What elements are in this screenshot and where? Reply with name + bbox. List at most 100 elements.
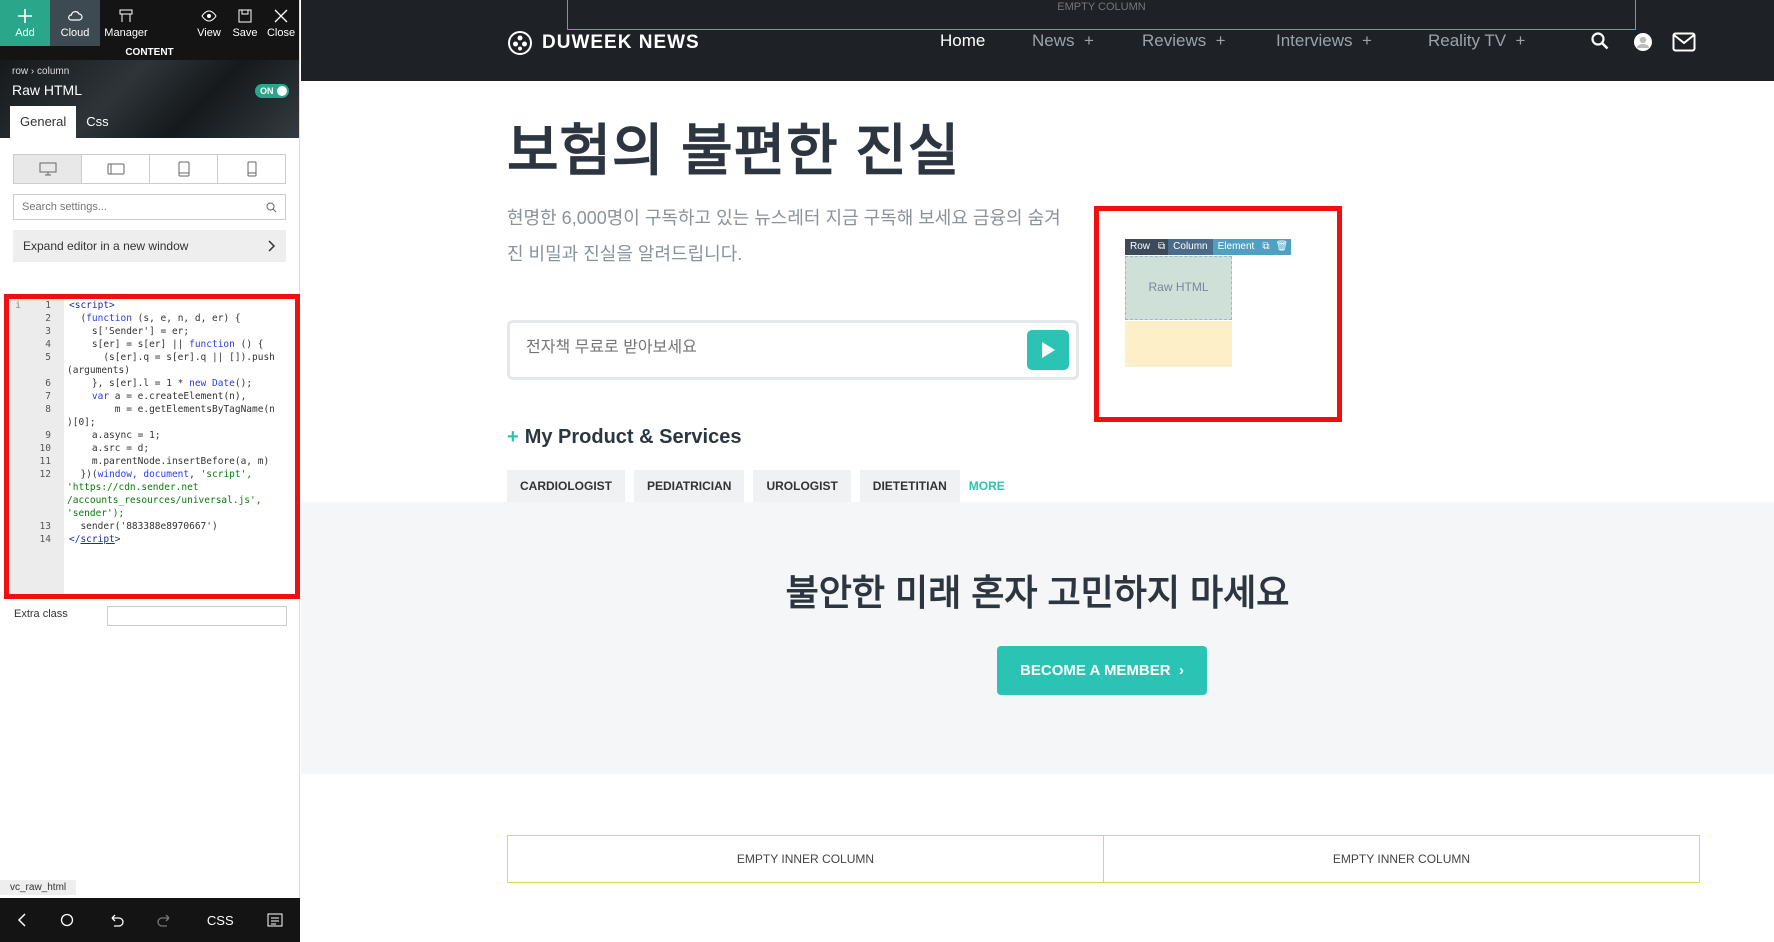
- line-number: 9: [45, 430, 51, 441]
- code-token: () {: [234, 339, 264, 350]
- cloud-button[interactable]: Cloud: [50, 0, 100, 46]
- more-link[interactable]: MORE: [969, 479, 1005, 493]
- code-line: })(window, document, 'script',: [69, 468, 252, 481]
- breadcrumb-separator: ›: [30, 66, 35, 77]
- desktop-device-button[interactable]: [14, 155, 82, 183]
- line-number: 4: [45, 339, 51, 350]
- settings-search: [13, 194, 286, 220]
- element-tag: vc_raw_html: [0, 880, 77, 895]
- line-number: 10: [39, 443, 51, 454]
- settings-list-icon[interactable]: [267, 913, 283, 927]
- view-label: View: [197, 26, 221, 39]
- pill-cardiologist[interactable]: CARDIOLOGIST: [507, 470, 625, 502]
- code-token: ,: [189, 469, 201, 480]
- line-number: 14: [39, 534, 51, 545]
- row-control[interactable]: Row: [1125, 239, 1156, 255]
- code-line-wrap: (arguments): [67, 365, 130, 376]
- ebook-input[interactable]: [526, 339, 986, 357]
- code-token: </: [69, 534, 81, 545]
- save-button[interactable]: Save: [227, 0, 263, 46]
- screen: Add Cloud Manager View Save Close CONTEN…: [0, 0, 1774, 942]
- view-button[interactable]: View: [191, 0, 227, 46]
- raw-html-element[interactable]: Raw HTML: [1125, 256, 1232, 320]
- play-icon: [1042, 342, 1055, 358]
- eye-icon: [201, 9, 217, 22]
- code-token: >: [114, 534, 121, 545]
- tablet-landscape-device-button[interactable]: [82, 155, 150, 183]
- ebook-submit-button[interactable]: [1027, 330, 1069, 370]
- code-token: script: [80, 534, 115, 545]
- search-icon[interactable]: [1591, 32, 1609, 50]
- code-line: sender('883388e8970667'): [69, 521, 218, 532]
- expand-editor-button[interactable]: Expand editor in a new window: [13, 230, 286, 262]
- line-number: 11: [39, 456, 51, 467]
- become-member-button[interactable]: BECOME A MEMBER ›: [997, 646, 1207, 695]
- breadcrumb-row[interactable]: row: [12, 66, 28, 77]
- code-line-wrap: /accounts_resources/universal.js',: [67, 495, 262, 506]
- hero-title: 보험의 불편한 진실: [507, 119, 961, 182]
- tab-css[interactable]: Css: [76, 106, 118, 138]
- code-string: 'script',: [200, 469, 253, 480]
- site-logo-text: DUWEEK NEWS: [542, 32, 700, 53]
- column-control[interactable]: Column: [1168, 239, 1213, 255]
- code-line: }, s[er].l = 1 * new Date();: [69, 377, 252, 390]
- copy-icon[interactable]: ⧉: [1259, 239, 1273, 255]
- pill-urologist[interactable]: UROLOGIST: [753, 470, 851, 502]
- member-heading: 불안한 미래 혼자 고민하지 마세요: [785, 572, 1290, 613]
- code-token: (s, e, n, d, er) {: [131, 313, 241, 324]
- empty-inner-column-right[interactable]: EMPTY INNER COLUMN: [1103, 835, 1700, 883]
- code-token: (: [69, 313, 87, 324]
- chevron-right-icon: [268, 240, 276, 252]
- back-icon[interactable]: [17, 913, 27, 927]
- tablet-portrait-device-button[interactable]: [150, 155, 218, 183]
- nav-home[interactable]: Home: [940, 31, 985, 51]
- mail-icon[interactable]: [1672, 32, 1696, 52]
- home-circle-icon[interactable]: [60, 913, 74, 927]
- site-logo[interactable]: DUWEEK NEWS: [507, 30, 700, 56]
- pill-dietetitian[interactable]: DIETETITIAN: [859, 470, 960, 502]
- redo-icon[interactable]: [157, 913, 173, 927]
- breadcrumb-column[interactable]: column: [37, 66, 69, 77]
- become-member-label: BECOME A MEMBER ›: [1020, 662, 1184, 679]
- line-number: 1: [45, 300, 51, 311]
- mobile-device-button[interactable]: [218, 155, 285, 183]
- template-icon: [119, 9, 133, 22]
- code-editor[interactable]: i 1 2 3 4 5 6 7 8 9 10 11 12 13 14 <scri…: [4, 294, 300, 599]
- panel-tabs: General Css: [10, 106, 119, 138]
- empty-inner-column-left[interactable]: EMPTY INNER COLUMN: [507, 835, 1104, 883]
- undo-icon[interactable]: [108, 913, 124, 927]
- code-line-wrap: 'https://cdn.sender.net: [67, 482, 199, 493]
- settings-search-input[interactable]: [14, 195, 285, 219]
- plus-icon: [18, 8, 32, 23]
- nav-reality-tv[interactable]: Reality TV +: [1428, 31, 1525, 51]
- add-button[interactable]: Add: [0, 0, 50, 46]
- products-heading-text: My Product & Services: [524, 426, 742, 448]
- site-header: EMPTY COLUMN DUWEEK NEWS Home News + Rev…: [301, 0, 1774, 81]
- nav-reviews[interactable]: Reviews +: [1142, 31, 1226, 51]
- element-control[interactable]: Element: [1212, 239, 1260, 255]
- extra-class-input[interactable]: [107, 606, 287, 626]
- code-line: a.src = d;: [69, 443, 150, 454]
- raw-html-placeholder[interactable]: [1125, 321, 1232, 367]
- products-heading: + My Product & Services: [507, 426, 741, 449]
- user-avatar-icon[interactable]: [1633, 32, 1653, 52]
- copy-icon[interactable]: ⧉: [1155, 239, 1169, 255]
- editor-toolbar: Add Cloud Manager View Save Close: [0, 0, 299, 46]
- pill-pediatrician[interactable]: PEDIATRICIAN: [634, 470, 745, 502]
- code-token: a = e.createElement(n),: [109, 391, 247, 402]
- manager-button[interactable]: Manager: [100, 0, 152, 46]
- desktop-icon: [39, 162, 56, 176]
- nav-news[interactable]: News +: [1032, 31, 1094, 51]
- tab-general[interactable]: General: [10, 106, 77, 138]
- trash-icon[interactable]: 🗑: [1272, 239, 1292, 255]
- element-toggle[interactable]: ON: [255, 84, 289, 98]
- nav-interviews[interactable]: Interviews +: [1276, 31, 1372, 51]
- code-token: ();: [234, 378, 253, 389]
- save-label: Save: [232, 26, 258, 39]
- cloud-label: Cloud: [60, 26, 90, 39]
- empty-column-top[interactable]: EMPTY COLUMN: [567, 0, 1636, 30]
- close-button[interactable]: Close: [263, 0, 299, 46]
- content-bar: CONTENT: [0, 46, 299, 60]
- css-button[interactable]: CSS: [207, 913, 234, 928]
- mobile-icon: [247, 161, 256, 177]
